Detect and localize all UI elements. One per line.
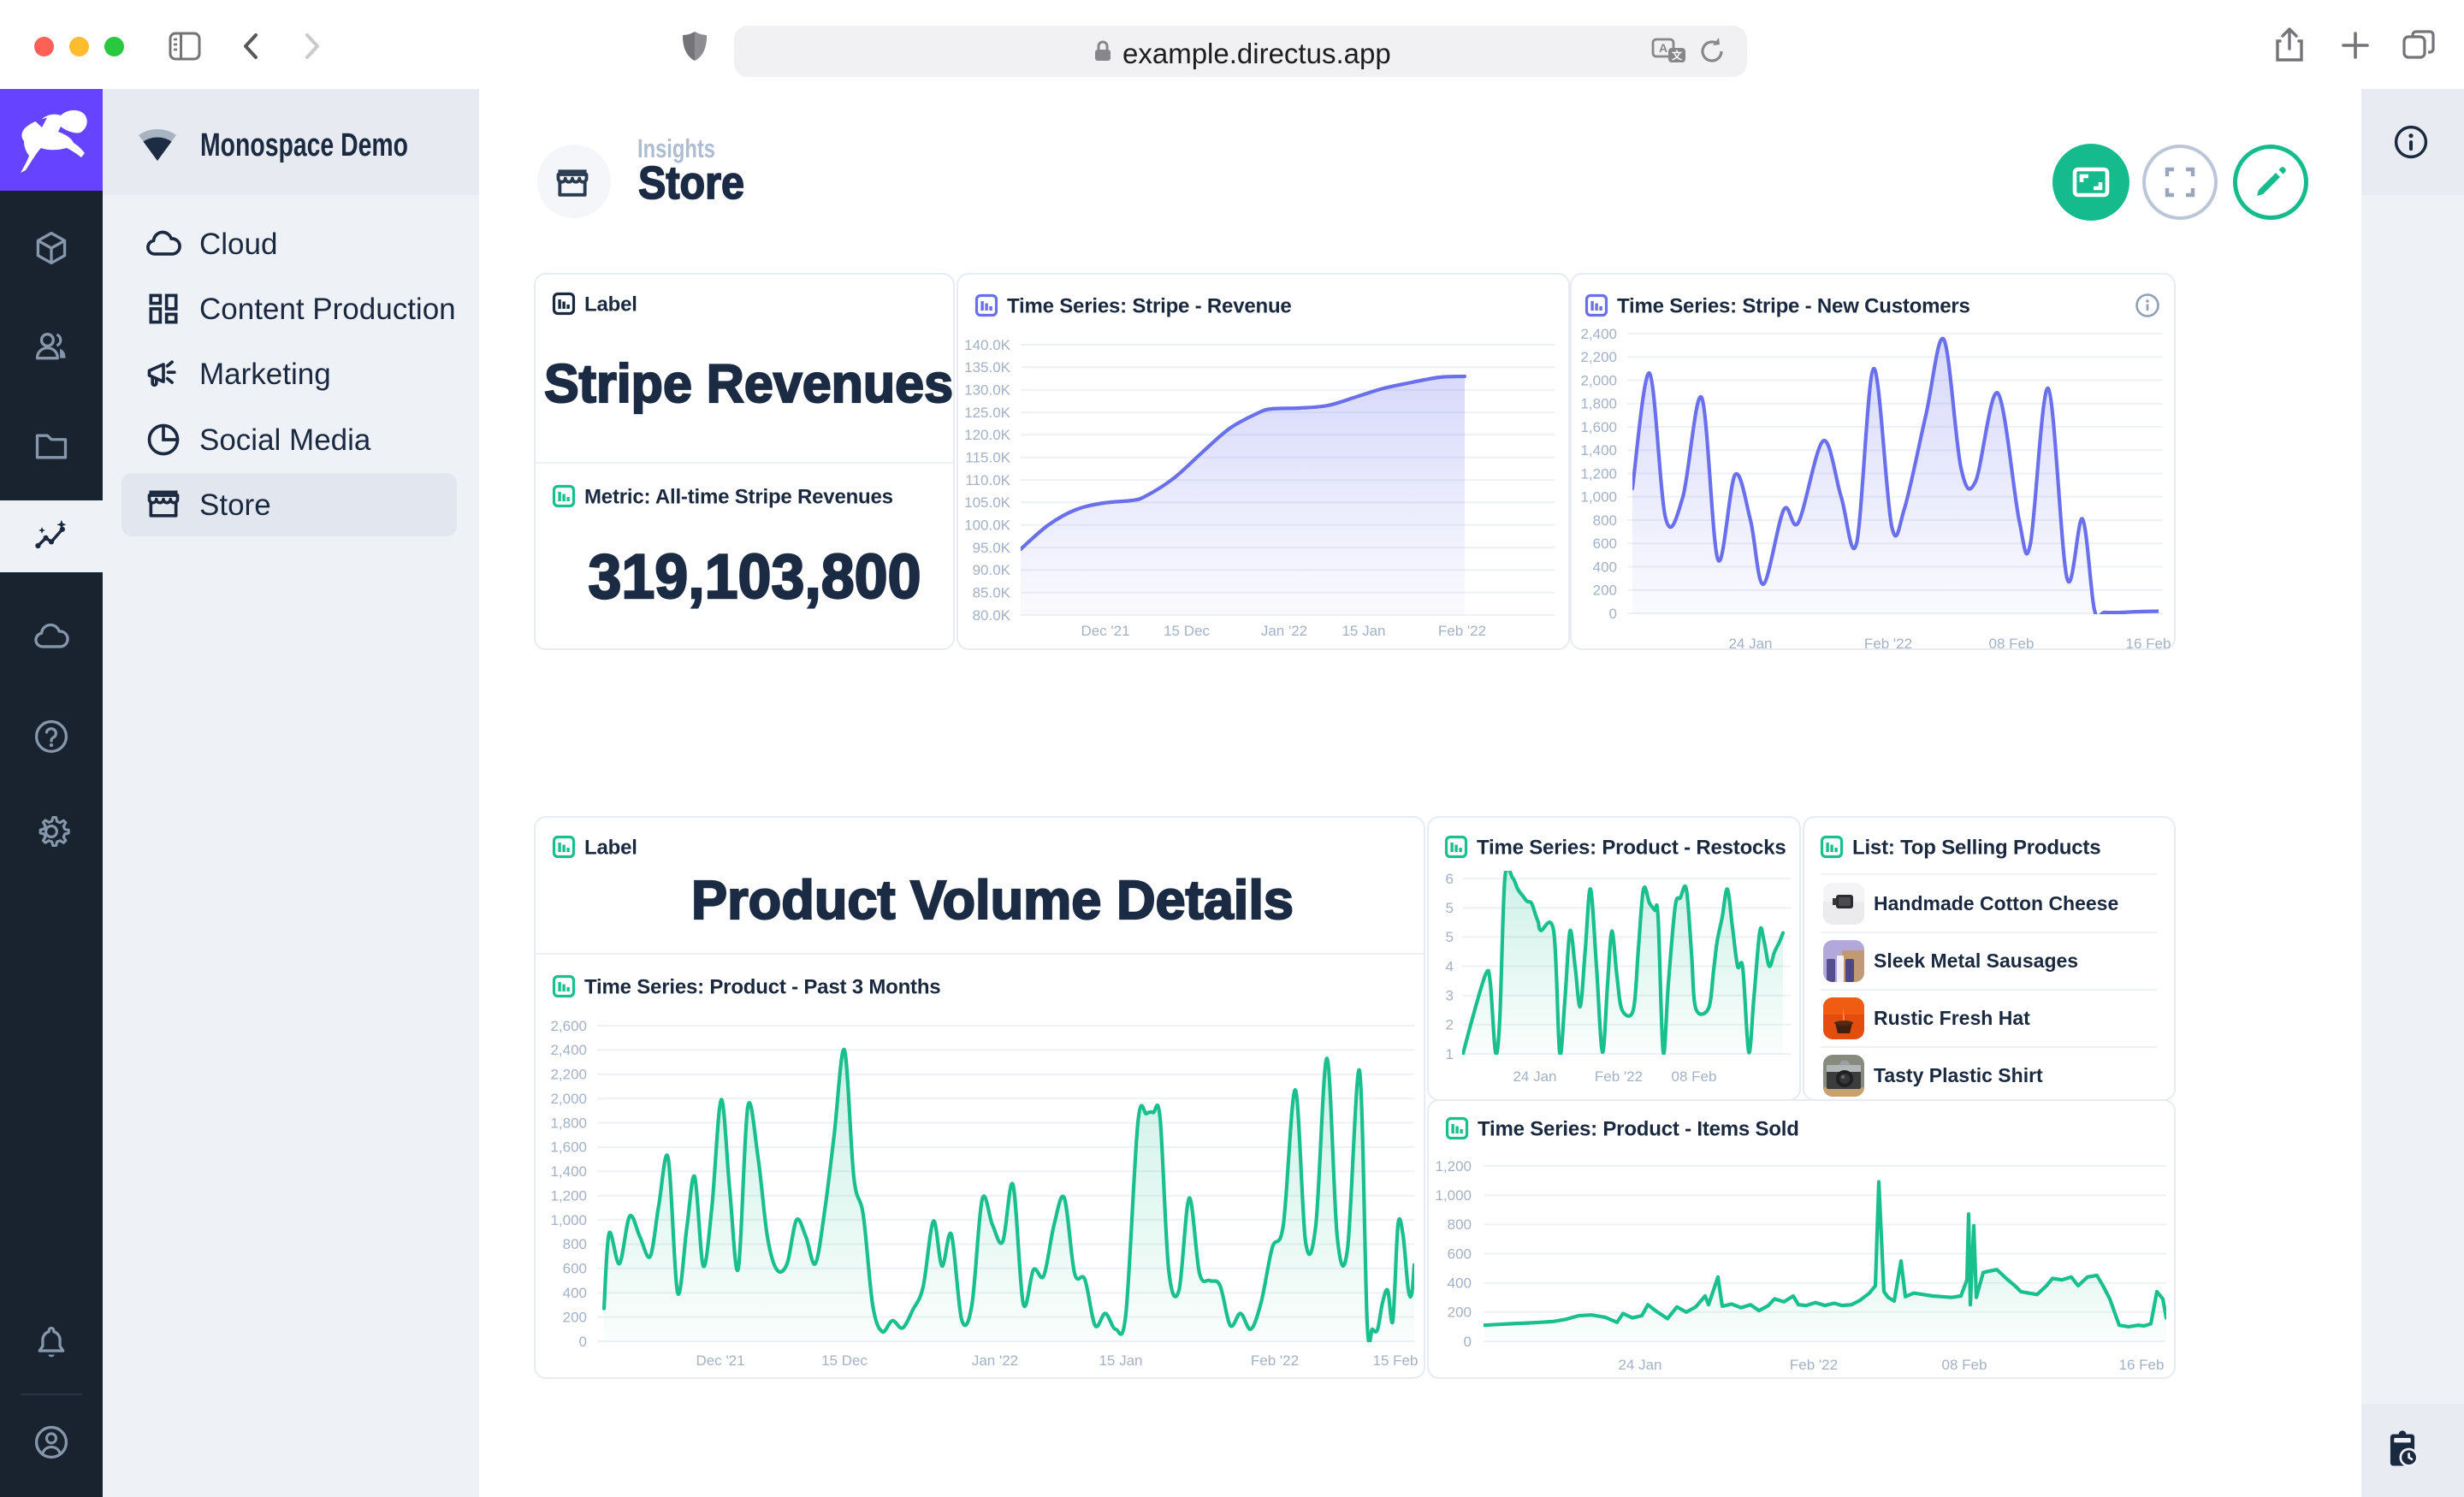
svg-text:Product Volume Details: Product Volume Details [691,869,1294,931]
svg-text:140.0K: 140.0K [964,337,1011,353]
svg-text:Handmade Cotton Cheese: Handmade Cotton Cheese [1874,892,2118,914]
svg-text:24 Jan: 24 Jan [1513,1068,1556,1085]
svg-text:Jan '22: Jan '22 [972,1352,1018,1369]
svg-text:Feb '22: Feb '22 [1251,1352,1299,1369]
svg-text:100.0K: 100.0K [964,517,1011,533]
svg-text:Feb '22: Feb '22 [1864,636,1912,652]
svg-text:Time Series: Product - Past 3: Time Series: Product - Past 3 Months [584,976,940,999]
svg-text:135.0K: 135.0K [964,359,1011,376]
svg-text:Stripe Revenues: Stripe Revenues [544,354,953,414]
svg-text:200: 200 [563,1309,587,1325]
svg-text:1,600: 1,600 [550,1139,587,1156]
svg-text:1,800: 1,800 [550,1115,587,1131]
svg-text:Feb '22: Feb '22 [1595,1068,1643,1085]
svg-text:2,200: 2,200 [550,1067,587,1083]
svg-text:2,200: 2,200 [1580,349,1617,365]
svg-text:List: Top Selling Products: List: Top Selling Products [1852,837,2100,860]
svg-text:400: 400 [563,1285,587,1301]
svg-text:15 Jan: 15 Jan [1099,1352,1142,1369]
svg-text:2,000: 2,000 [550,1091,587,1107]
svg-text:16 Feb: 16 Feb [2119,1357,2165,1373]
svg-text:08 Feb: 08 Feb [1989,636,2035,652]
svg-text:5: 5 [1446,900,1454,916]
svg-text:5: 5 [1446,929,1454,945]
svg-text:319,103,800: 319,103,800 [589,542,921,612]
svg-text:200: 200 [1448,1305,1472,1321]
svg-text:15 Feb: 15 Feb [1373,1352,1419,1369]
svg-text:800: 800 [1448,1216,1472,1233]
svg-text:400: 400 [1593,559,1617,575]
svg-text:1,000: 1,000 [550,1212,587,1228]
svg-text:Label: Label [584,837,637,860]
svg-text:24 Jan: 24 Jan [1728,636,1772,652]
svg-text:Tasty Plastic Shirt: Tasty Plastic Shirt [1874,1064,2043,1086]
svg-text:Time Series: Product - Restock: Time Series: Product - Restocks [1477,837,1786,860]
svg-text:600: 600 [1448,1246,1472,1262]
svg-text:2,400: 2,400 [550,1042,587,1058]
svg-text:200: 200 [1593,583,1617,599]
svg-text:90.0K: 90.0K [973,562,1011,578]
svg-text:1,200: 1,200 [1580,465,1617,482]
svg-text:800: 800 [563,1236,587,1252]
svg-text:15 Dec: 15 Dec [821,1352,868,1369]
svg-text:1,400: 1,400 [550,1163,587,1180]
svg-text:Label: Label [584,293,637,317]
svg-text:115.0K: 115.0K [965,449,1010,465]
svg-text:95.0K: 95.0K [973,540,1011,556]
svg-text:400: 400 [1448,1275,1472,1291]
svg-text:08 Feb: 08 Feb [1672,1068,1717,1085]
svg-text:0: 0 [1464,1334,1472,1350]
svg-text:Sleek Metal Sausages: Sleek Metal Sausages [1874,950,2078,972]
svg-text:600: 600 [1593,535,1617,552]
svg-text:Rustic Fresh Hat: Rustic Fresh Hat [1874,1007,2030,1029]
svg-text:24 Jan: 24 Jan [1618,1357,1661,1373]
svg-text:6: 6 [1446,871,1454,887]
svg-text:105.0K: 105.0K [964,494,1011,511]
svg-text:1,600: 1,600 [1580,419,1617,435]
svg-text:1,000: 1,000 [1435,1187,1472,1204]
svg-text:110.0K: 110.0K [965,472,1010,488]
svg-text:15 Dec: 15 Dec [1164,623,1210,639]
svg-text:4: 4 [1446,958,1454,974]
svg-text:85.0K: 85.0K [973,584,1011,601]
svg-text:Dec '21: Dec '21 [1081,623,1129,639]
svg-text:1,800: 1,800 [1580,396,1617,412]
svg-text:08 Feb: 08 Feb [1942,1357,1987,1373]
svg-text:Dec '21: Dec '21 [696,1352,744,1369]
svg-text:130.0K: 130.0K [964,382,1011,398]
svg-text:80.0K: 80.0K [973,607,1011,624]
svg-text:3: 3 [1446,987,1454,1003]
svg-text:1,400: 1,400 [1580,442,1617,459]
svg-text:120.0K: 120.0K [964,427,1011,443]
svg-text:Metric: All-time Stripe Revenu: Metric: All-time Stripe Revenues [584,486,893,509]
svg-text:2,400: 2,400 [1580,326,1617,342]
svg-text:2,600: 2,600 [550,1018,587,1034]
svg-text:0: 0 [1609,606,1617,622]
svg-text:15 Jan: 15 Jan [1342,623,1385,639]
svg-text:125.0K: 125.0K [964,405,1011,421]
svg-text:Time Series: Product - Items S: Time Series: Product - Items Sold [1478,1118,1799,1141]
svg-text:Time Series: Stripe - New Cust: Time Series: Stripe - New Customers [1617,295,1970,318]
svg-text:1,200: 1,200 [550,1188,587,1204]
svg-text:800: 800 [1593,512,1617,529]
svg-text:1,000: 1,000 [1580,489,1617,506]
svg-text:0: 0 [579,1334,587,1350]
svg-text:Jan '22: Jan '22 [1261,623,1307,639]
svg-text:16 Feb: 16 Feb [2126,636,2171,652]
svg-text:Feb '22: Feb '22 [1438,623,1486,639]
svg-text:600: 600 [563,1261,587,1277]
svg-text:Monospace Demo: Monospace Demo [200,127,408,163]
svg-text:2: 2 [1446,1017,1454,1033]
svg-text:Time Series: Stripe - Revenue: Time Series: Stripe - Revenue [1007,295,1292,318]
svg-text:1: 1 [1446,1046,1454,1062]
svg-text:2,000: 2,000 [1580,372,1617,388]
svg-text:1,200: 1,200 [1435,1158,1472,1175]
svg-text:Store: Store [638,157,744,209]
svg-text:Feb '22: Feb '22 [1790,1357,1838,1373]
